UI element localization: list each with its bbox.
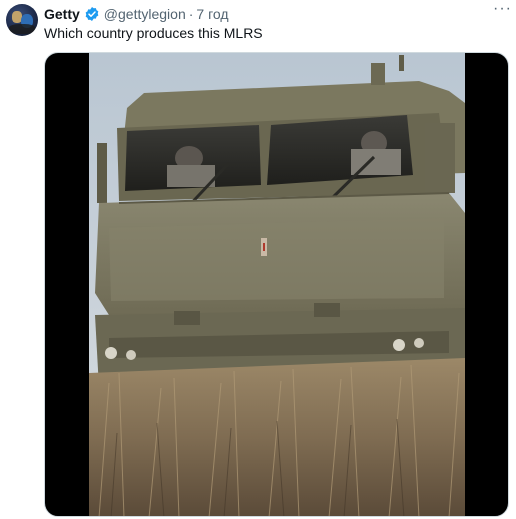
- avatar[interactable]: [6, 4, 38, 36]
- verified-badge-icon: [85, 7, 99, 21]
- avatar-figure-3: [9, 24, 35, 34]
- tweet-header: Getty @gettylegion · 7 год: [44, 4, 506, 24]
- tweet-media-video[interactable]: [44, 52, 509, 517]
- tweet-text: Which country produces this MLRS: [44, 25, 263, 41]
- more-horizontal-icon[interactable]: ···: [493, 0, 512, 18]
- tweet[interactable]: Getty @gettylegion · 7 год ··· Which cou…: [0, 0, 516, 519]
- user-handle[interactable]: @gettylegion: [104, 6, 186, 22]
- separator-dot: ·: [188, 6, 194, 22]
- tweet-time[interactable]: 7 год: [196, 6, 228, 22]
- video-frame: [89, 53, 465, 516]
- display-name[interactable]: Getty: [44, 6, 80, 22]
